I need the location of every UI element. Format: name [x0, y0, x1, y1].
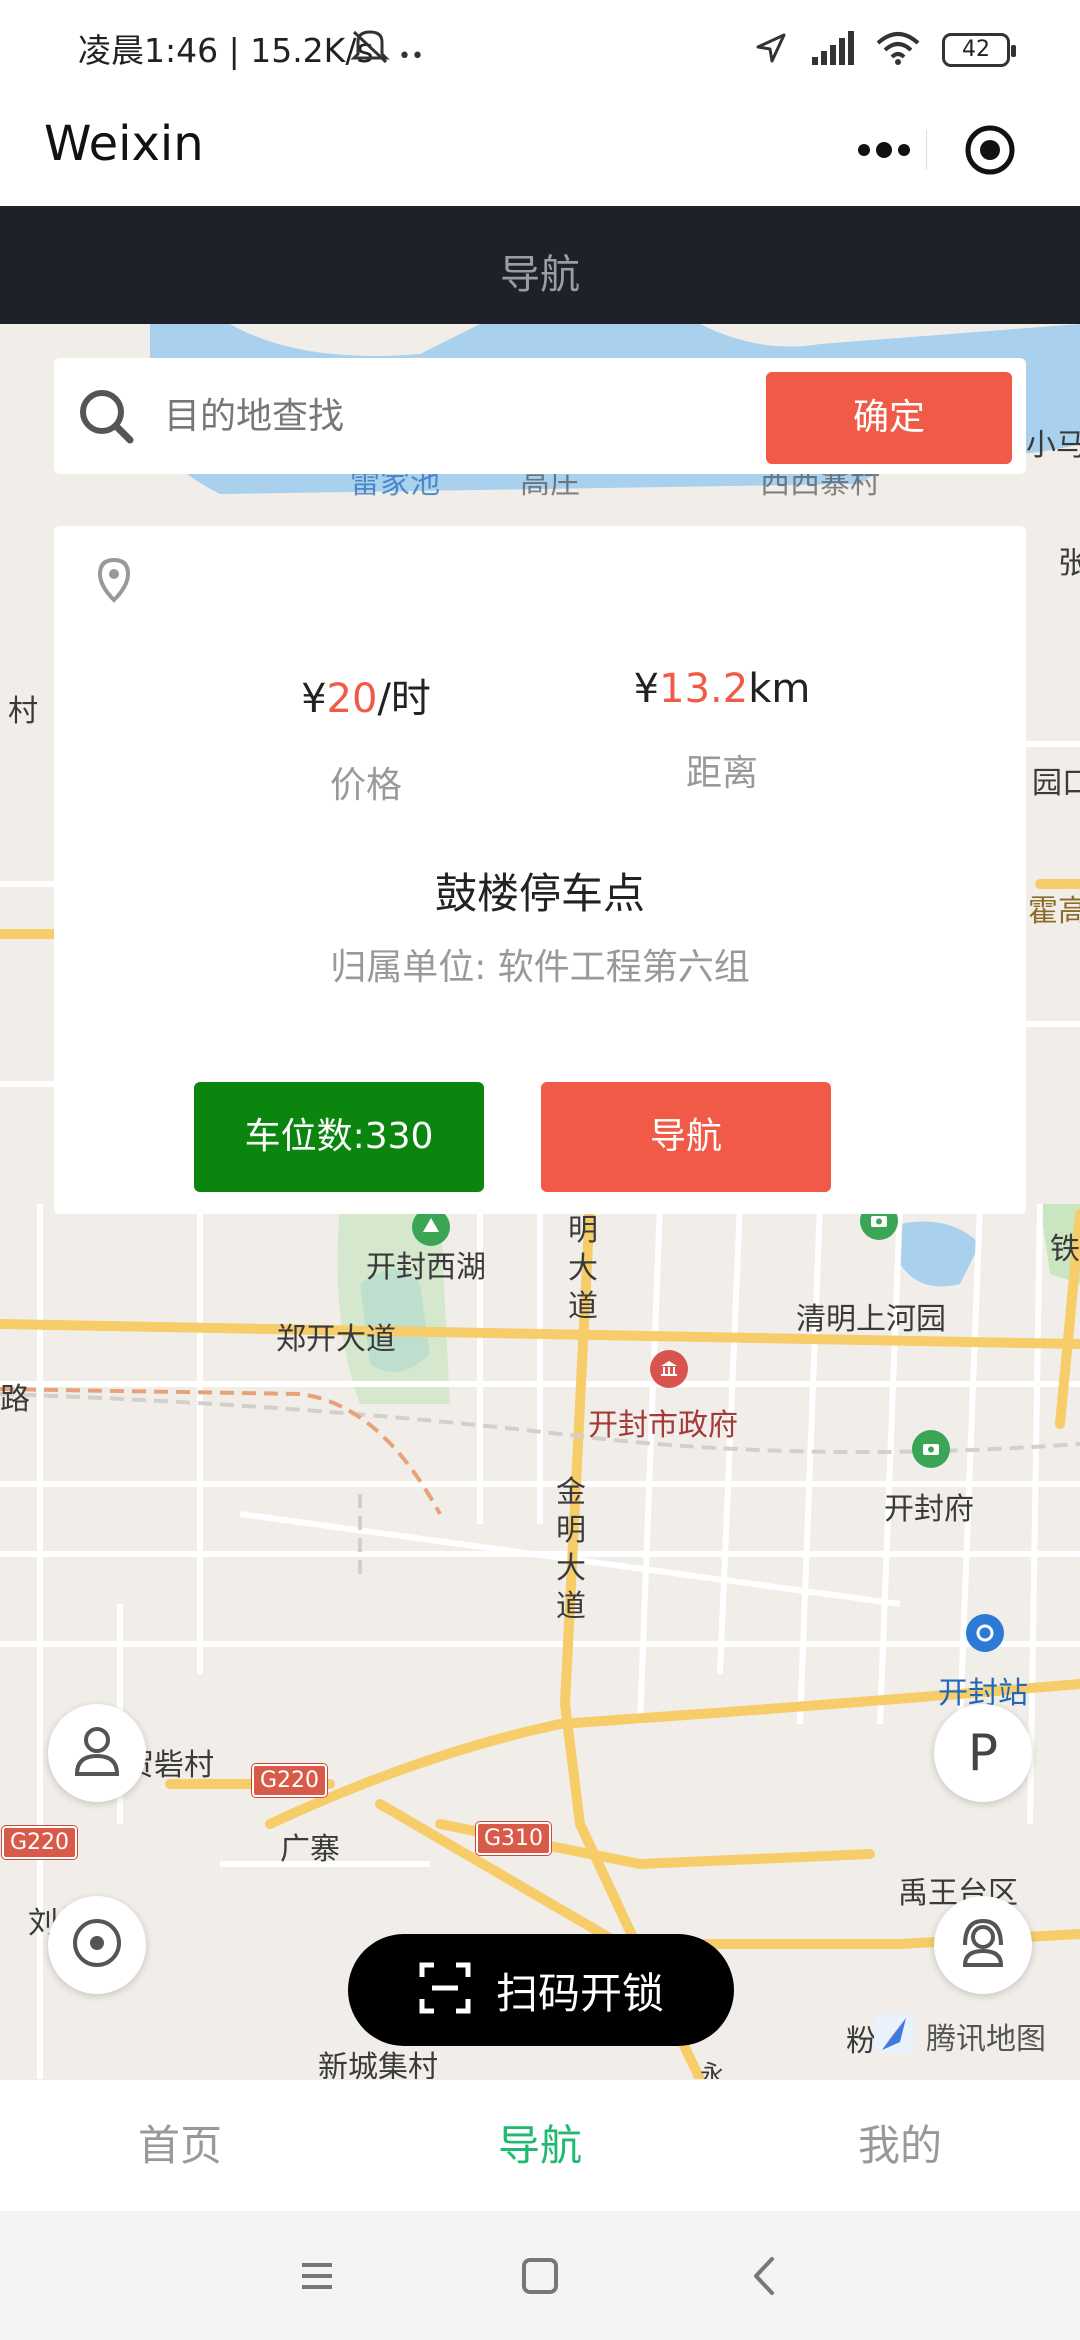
parking-spots-button[interactable]: 车位数:330	[194, 1082, 484, 1192]
wifi-icon	[876, 31, 920, 69]
signal-icon	[810, 31, 854, 69]
location-pin-icon	[94, 556, 134, 604]
parking-button[interactable]: P	[934, 1704, 1032, 1802]
map-label: 开封西湖	[366, 1250, 486, 1285]
map-label: 开封府	[884, 1492, 974, 1527]
map-label: 路	[0, 1382, 30, 1417]
system-nav-bar	[0, 2211, 1080, 2340]
map-label: 张	[1058, 546, 1080, 581]
map-label: 村	[8, 694, 38, 729]
map-label: 郑开大道	[276, 1322, 396, 1357]
map-label: 霍高	[1028, 894, 1080, 929]
map-label: 园口	[1032, 766, 1080, 801]
location-arrow-icon	[754, 31, 788, 69]
scenic-icon	[912, 1430, 950, 1468]
train-station-icon	[966, 1614, 1004, 1652]
confirm-button[interactable]: 确定	[766, 372, 1012, 464]
map-provider-logo: 腾讯地图	[872, 2012, 1046, 2060]
tab-navigation[interactable]: 导航	[360, 2080, 720, 2211]
map-label: 开封市政府	[588, 1408, 738, 1443]
status-bar: 凌晨1:46 | 15.2K/s •• 42	[0, 0, 1080, 96]
tencent-map-logo-icon	[872, 2012, 916, 2060]
search-bar: 确定	[54, 358, 1026, 474]
map-label: 广寨	[280, 1832, 340, 1867]
customer-service-button[interactable]	[934, 1896, 1032, 1994]
back-icon[interactable]	[740, 2251, 790, 2301]
price-stat: ¥20/时 价格	[216, 666, 516, 808]
map-label: 金明大道	[556, 1475, 586, 1624]
tab-mine[interactable]: 我的	[720, 2080, 1080, 2211]
status-time-speed: 凌晨1:46 | 15.2K/s	[78, 31, 374, 70]
map-label: 小马	[1026, 428, 1080, 463]
scan-unlock-button[interactable]: 扫码开锁	[348, 1934, 734, 2046]
road-shield: G220	[252, 1764, 328, 1797]
more-status-icon: ••	[398, 44, 424, 69]
menu-icon[interactable]	[292, 2251, 342, 2301]
parking-lot-name: 鼓楼停车点	[434, 869, 645, 918]
battery-icon: 42	[942, 33, 1016, 67]
distance-value: ¥13.2km	[633, 666, 811, 712]
distance-label: 距离	[685, 753, 758, 794]
parking-lot-owner: 归属单位: 软件工程第六组	[330, 947, 750, 988]
government-icon	[650, 1350, 688, 1388]
map-label: 清明上河园	[796, 1302, 946, 1337]
miniprogram-capsule	[796, 110, 1054, 190]
parking-info-card: ¥20/时 价格 ¥13.2km 距离 鼓楼停车点 归属单位: 软件工程第六组 …	[54, 526, 1026, 1214]
map-view[interactable]: 雷家池 高庄 西西寨村 小马 张 村 园口 霍高 铁 路 开封西湖 明大道 郑开…	[0, 324, 1080, 2079]
home-square-icon[interactable]	[515, 2251, 565, 2301]
locate-button[interactable]	[48, 1896, 146, 1994]
user-icon	[72, 1724, 122, 1782]
more-dots-icon[interactable]	[834, 110, 934, 190]
search-icon	[76, 386, 136, 446]
road-shield: G310	[476, 1822, 552, 1855]
distance-stat: ¥13.2km 距离	[572, 666, 872, 796]
map-label: 永	[700, 2060, 724, 2079]
map-label: 新城集村	[318, 2050, 438, 2079]
weixin-title-bar: Weixin	[0, 96, 1080, 206]
destination-search-input[interactable]	[164, 388, 784, 444]
headset-icon	[955, 1915, 1011, 1975]
capsule-divider	[926, 130, 927, 170]
road-shield: G220	[2, 1826, 78, 1859]
target-close-icon[interactable]	[962, 122, 1018, 178]
map-label: 明大道	[568, 1213, 598, 1324]
price-value: ¥20/时	[301, 676, 431, 722]
scan-icon	[418, 1961, 472, 2019]
tab-home[interactable]: 首页	[0, 2080, 360, 2211]
bottom-tab-bar: 首页 导航 我的	[0, 2079, 1080, 2211]
scan-unlock-label: 扫码开锁	[495, 1968, 664, 2018]
navigate-button[interactable]: 导航	[541, 1082, 831, 1192]
page-header: 导航	[0, 206, 1080, 324]
price-label: 价格	[329, 765, 402, 806]
user-button[interactable]	[48, 1704, 146, 1802]
map-provider-label: 腾讯地图	[926, 2022, 1046, 2057]
map-label: 铁	[1050, 1232, 1080, 1267]
page-title: 导航	[500, 252, 580, 298]
locate-icon	[69, 1915, 125, 1975]
weixin-title: Weixin	[44, 116, 204, 172]
mute-icon	[350, 28, 390, 68]
